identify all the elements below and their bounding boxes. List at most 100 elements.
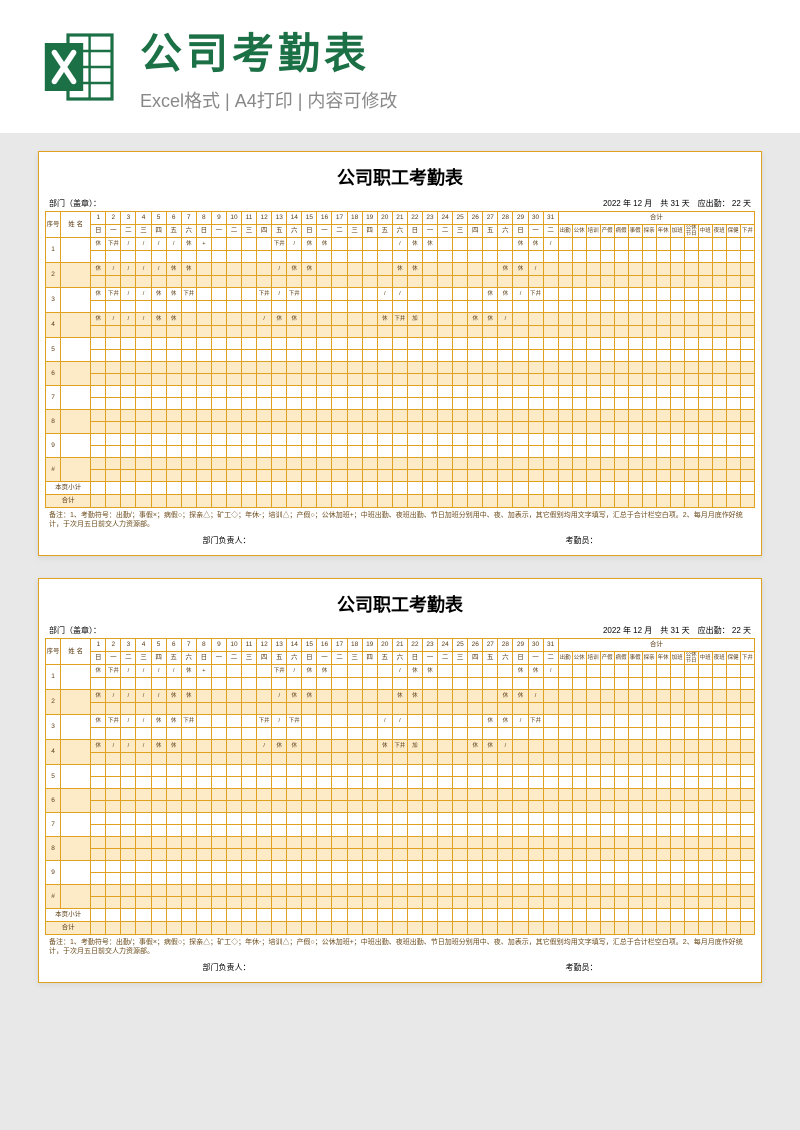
sum-cell — [698, 885, 712, 897]
mark-cell — [226, 861, 241, 873]
day-num: 21 — [392, 639, 407, 652]
sum-cell — [684, 238, 698, 251]
mark-cell — [317, 326, 332, 338]
summary-col: 下井 — [740, 652, 754, 665]
sum-cell — [670, 288, 684, 301]
sum-cell — [642, 276, 656, 288]
mark-cell — [317, 470, 332, 482]
name-cell — [61, 263, 91, 288]
mark-cell: 休 — [483, 715, 498, 728]
mark-cell — [317, 458, 332, 470]
sum-cell — [600, 789, 614, 801]
sum-cell — [712, 777, 726, 789]
sum-cell — [698, 678, 712, 690]
sum-cell — [712, 263, 726, 276]
sum-cell — [726, 470, 740, 482]
mark-cell — [106, 885, 121, 897]
mark-cell — [347, 873, 362, 885]
mark-cell — [272, 837, 287, 849]
sum-cell — [740, 288, 754, 301]
mark-cell — [498, 801, 513, 813]
mark-cell — [362, 665, 377, 678]
mark-cell — [211, 813, 226, 825]
mark-cell — [528, 897, 543, 909]
mark-cell — [106, 813, 121, 825]
sum-cell — [698, 715, 712, 728]
sum-cell — [684, 422, 698, 434]
sum-cell — [712, 789, 726, 801]
sum-cell — [614, 753, 628, 765]
sum-cell — [628, 849, 642, 861]
day-num: 24 — [438, 639, 453, 652]
mark-cell — [211, 238, 226, 251]
sum-cell — [586, 728, 600, 740]
sum-cell — [740, 740, 754, 753]
weekday: 二 — [438, 652, 453, 665]
mark-cell — [407, 362, 422, 374]
sum-cell — [642, 470, 656, 482]
mark-cell — [347, 288, 362, 301]
sum-cell — [712, 434, 726, 446]
sum-cell — [558, 301, 572, 313]
sum-cell — [642, 861, 656, 873]
mark-cell — [422, 374, 437, 386]
day-num: 13 — [272, 212, 287, 225]
mark-cell — [438, 753, 453, 765]
mark-cell — [513, 825, 528, 837]
mark-cell — [226, 288, 241, 301]
mark-cell — [392, 678, 407, 690]
sum-cell — [684, 665, 698, 678]
sum-cell — [572, 825, 586, 837]
mark-cell — [407, 470, 422, 482]
mark-cell — [196, 338, 211, 350]
mark-cell — [543, 251, 558, 263]
mark-cell — [453, 873, 468, 885]
mark-cell — [543, 301, 558, 313]
mark-cell — [453, 801, 468, 813]
seq-cell: 1 — [46, 238, 61, 263]
mark-cell — [302, 837, 317, 849]
sum-cell — [572, 422, 586, 434]
mark-cell — [211, 765, 226, 777]
summary-header: 合计 — [558, 639, 754, 652]
mark-cell — [377, 825, 392, 837]
sum-cell — [684, 338, 698, 350]
mark-cell: 休 — [287, 263, 302, 276]
mark-cell — [136, 301, 151, 313]
mark-cell — [181, 801, 196, 813]
mark-cell — [287, 849, 302, 861]
mark-cell — [106, 678, 121, 690]
mark-cell — [362, 338, 377, 350]
signature-row: 部门负责人：考勤员： — [45, 532, 755, 549]
sum-cell — [740, 434, 754, 446]
name-cell — [61, 885, 91, 909]
mark-cell — [438, 434, 453, 446]
mark-cell — [151, 753, 166, 765]
mark-cell — [453, 238, 468, 251]
sum-cell — [712, 238, 726, 251]
mark-cell — [106, 703, 121, 715]
mark-cell — [211, 873, 226, 885]
sum-cell — [740, 861, 754, 873]
sum-cell — [628, 288, 642, 301]
mark-cell — [543, 410, 558, 422]
mark-cell — [196, 446, 211, 458]
mark-cell — [513, 703, 528, 715]
mark-cell — [181, 313, 196, 326]
mark-cell — [302, 251, 317, 263]
mark-cell — [257, 825, 272, 837]
mark-cell — [166, 326, 181, 338]
mark-cell — [242, 678, 257, 690]
data-row — [46, 849, 755, 861]
sum-cell — [740, 374, 754, 386]
sum-cell — [670, 728, 684, 740]
sum-cell — [670, 703, 684, 715]
mark-cell — [242, 777, 257, 789]
day-num: 12 — [257, 639, 272, 652]
mark-cell — [528, 386, 543, 398]
mark-cell — [347, 398, 362, 410]
mark-cell — [166, 362, 181, 374]
mark-cell — [407, 276, 422, 288]
sum-cell — [684, 885, 698, 897]
sum-cell — [586, 825, 600, 837]
